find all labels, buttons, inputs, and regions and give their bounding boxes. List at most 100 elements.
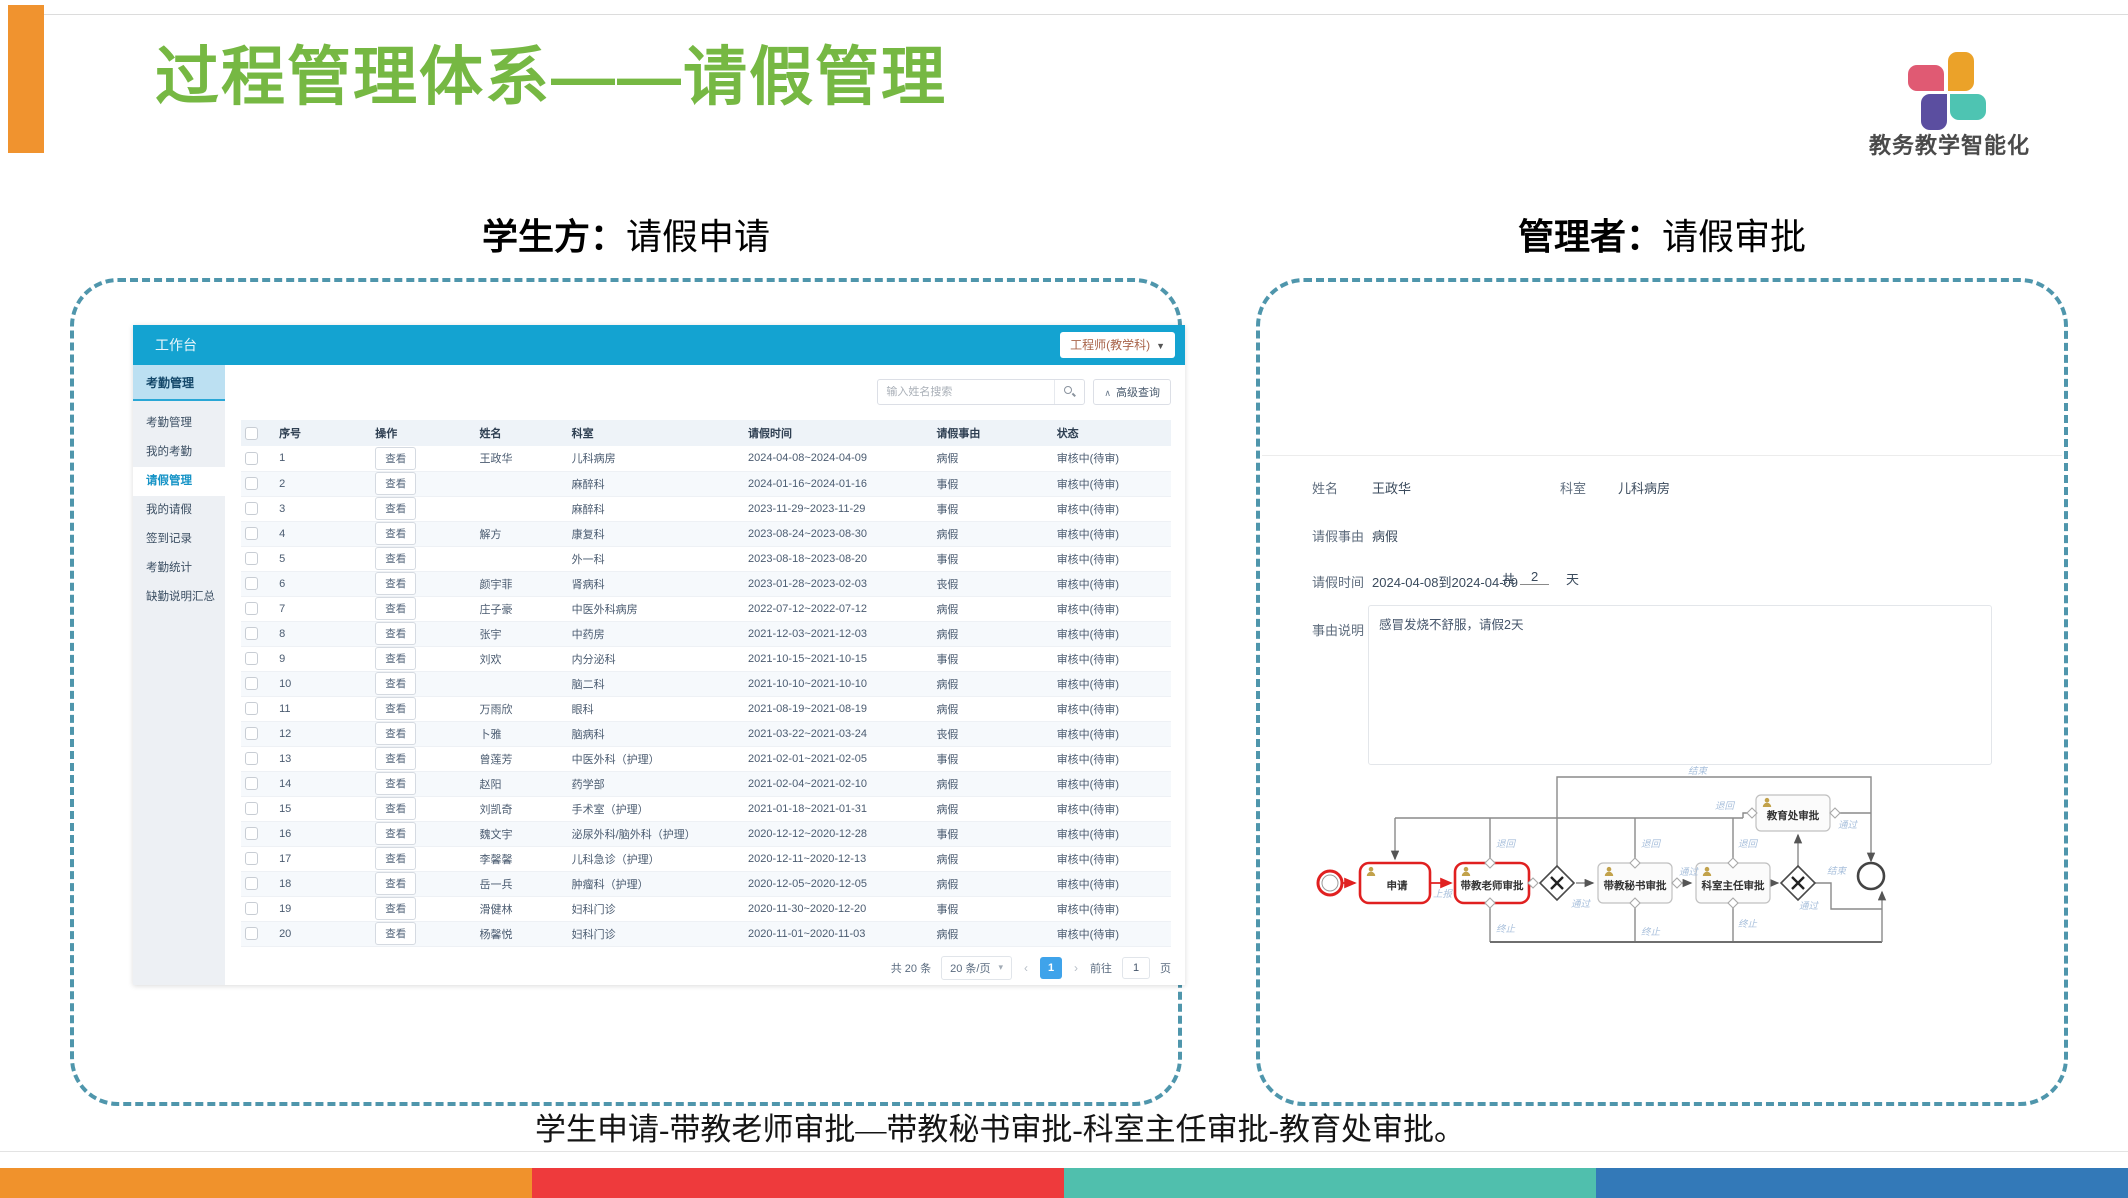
search-input[interactable] <box>878 386 1054 398</box>
row-checkbox[interactable] <box>245 902 258 915</box>
view-button[interactable]: 查看 <box>375 797 416 820</box>
row-checkbox[interactable] <box>245 777 258 790</box>
cell-status: 审核中(待审) <box>1053 921 1171 946</box>
cell-time: 2020-11-01~2020-11-03 <box>744 921 932 946</box>
cell-index: 16 <box>275 821 371 846</box>
cell-reason: 病假 <box>932 671 1052 696</box>
advanced-query-button[interactable]: ∧高级查询 <box>1093 379 1171 405</box>
desc-textarea[interactable]: 感冒发烧不舒服，请假2天 <box>1368 605 1992 765</box>
label-stop-2: 终止 <box>1641 927 1661 938</box>
edge-return-line <box>1395 813 1752 863</box>
row-checkbox[interactable] <box>245 877 258 890</box>
view-button[interactable]: 查看 <box>375 472 416 495</box>
row-checkbox[interactable] <box>245 602 258 615</box>
row-checkbox[interactable] <box>245 852 258 865</box>
goto-page-input[interactable] <box>1122 957 1150 979</box>
cell-name: 卜雅 <box>475 721 567 746</box>
table-row: 18 查看 岳一兵 肿瘤科（护理） 2020-12-05~2020-12-05 … <box>241 871 1171 896</box>
sidebar-item[interactable]: 我的请假 <box>133 496 225 525</box>
sidebar-item[interactable]: 我的考勤 <box>133 438 225 467</box>
advanced-query-label: 高级查询 <box>1116 387 1160 399</box>
role-dropdown[interactable]: 工程师(教学科)▼ <box>1060 332 1175 358</box>
cell-time: 2021-02-04~2021-02-10 <box>744 771 932 796</box>
prev-page-button[interactable]: ‹ <box>1022 961 1030 975</box>
row-checkbox[interactable] <box>245 702 258 715</box>
table-row: 4 查看 解方 康复科 2023-08-24~2023-08-30 病假 审核中… <box>241 521 1171 546</box>
label-pass-2: 通过 <box>1679 867 1700 878</box>
view-button[interactable]: 查看 <box>375 872 416 895</box>
label-return-3: 退回 <box>1738 839 1759 850</box>
view-button[interactable]: 查看 <box>375 847 416 870</box>
cell-dept: 中药房 <box>568 621 744 646</box>
sidebar-item[interactable]: 请假管理 <box>133 467 225 496</box>
workspace-tab[interactable]: 工作台 <box>155 325 197 365</box>
view-button[interactable]: 查看 <box>375 672 416 695</box>
sidebar-section-attendance[interactable]: 考勤管理 <box>133 365 225 401</box>
cell-name <box>475 471 567 496</box>
page-size-select[interactable]: 20 条/页▾ <box>941 956 1012 980</box>
view-button[interactable]: 查看 <box>375 447 416 470</box>
footer-segment-teal <box>1064 1168 1596 1198</box>
row-checkbox[interactable] <box>245 802 258 815</box>
row-checkbox[interactable] <box>245 727 258 740</box>
view-button[interactable]: 查看 <box>375 622 416 645</box>
row-checkbox[interactable] <box>245 752 258 765</box>
sidebar-item-label: 缺勤说明汇总 <box>146 591 215 603</box>
sidebar-item[interactable]: 考勤管理 <box>133 409 225 438</box>
view-button[interactable]: 查看 <box>375 772 416 795</box>
right-heading-role: 管理者： <box>1518 216 1662 257</box>
search-button[interactable] <box>1054 380 1084 404</box>
cell-time: 2021-03-22~2021-03-24 <box>744 721 932 746</box>
next-page-button[interactable]: › <box>1072 961 1080 975</box>
cell-time: 2020-12-11~2020-12-13 <box>744 846 932 871</box>
cell-name <box>475 546 567 571</box>
label-pass-3: 通过 <box>1799 901 1820 912</box>
row-checkbox[interactable] <box>245 552 258 565</box>
cell-name: 杨馨悦 <box>475 921 567 946</box>
view-button[interactable]: 查看 <box>375 747 416 770</box>
row-checkbox[interactable] <box>245 627 258 640</box>
sidebar-item[interactable]: 缺勤说明汇总 <box>133 583 225 612</box>
view-button[interactable]: 查看 <box>375 597 416 620</box>
row-checkbox[interactable] <box>245 677 258 690</box>
row-checkbox[interactable] <box>245 577 258 590</box>
view-button[interactable]: 查看 <box>375 722 416 745</box>
cell-time: 2023-11-29~2023-11-29 <box>744 496 932 521</box>
task-director-approval: 科室主任审批 <box>1696 863 1770 903</box>
select-all-checkbox[interactable] <box>245 427 258 440</box>
sidebar-items: 考勤管理我的考勤请假管理我的请假签到记录考勤统计缺勤说明汇总 <box>133 409 225 612</box>
row-checkbox[interactable] <box>245 927 258 940</box>
cell-status: 审核中(待审) <box>1053 771 1171 796</box>
row-checkbox[interactable] <box>245 502 258 515</box>
current-page-button[interactable]: 1 <box>1040 957 1062 979</box>
table-row: 10 查看 脑二科 2021-10-10~2021-10-10 病假 审核中(待… <box>241 671 1171 696</box>
view-button[interactable]: 查看 <box>375 647 416 670</box>
view-button[interactable]: 查看 <box>375 697 416 720</box>
cell-dept: 妇科门诊 <box>568 921 744 946</box>
view-button[interactable]: 查看 <box>375 897 416 920</box>
view-button[interactable]: 查看 <box>375 522 416 545</box>
cell-name: 解方 <box>475 521 567 546</box>
detail-divider <box>1262 455 2062 456</box>
cell-name: 赵阳 <box>475 771 567 796</box>
logo-piece-teal <box>1950 94 1986 120</box>
sidebar-item[interactable]: 签到记录 <box>133 525 225 554</box>
end-event <box>1858 863 1884 889</box>
view-button[interactable]: 查看 <box>375 497 416 520</box>
sidebar-item[interactable]: 考勤统计 <box>133 554 225 583</box>
view-button[interactable]: 查看 <box>375 922 416 945</box>
row-checkbox[interactable] <box>245 452 258 465</box>
cell-index: 9 <box>275 646 371 671</box>
goto-label: 前往 <box>1090 960 1112 976</box>
cell-status: 审核中(待审) <box>1053 621 1171 646</box>
view-button[interactable]: 查看 <box>375 547 416 570</box>
row-checkbox[interactable] <box>245 827 258 840</box>
cell-reason: 事假 <box>932 471 1052 496</box>
view-button[interactable]: 查看 <box>375 822 416 845</box>
view-button[interactable]: 查看 <box>375 572 416 595</box>
row-checkbox[interactable] <box>245 652 258 665</box>
row-checkbox[interactable] <box>245 527 258 540</box>
row-checkbox[interactable] <box>245 477 258 490</box>
cell-name: 滑健林 <box>475 896 567 921</box>
table-row: 20 查看 杨馨悦 妇科门诊 2020-11-01~2020-11-03 病假 … <box>241 921 1171 946</box>
